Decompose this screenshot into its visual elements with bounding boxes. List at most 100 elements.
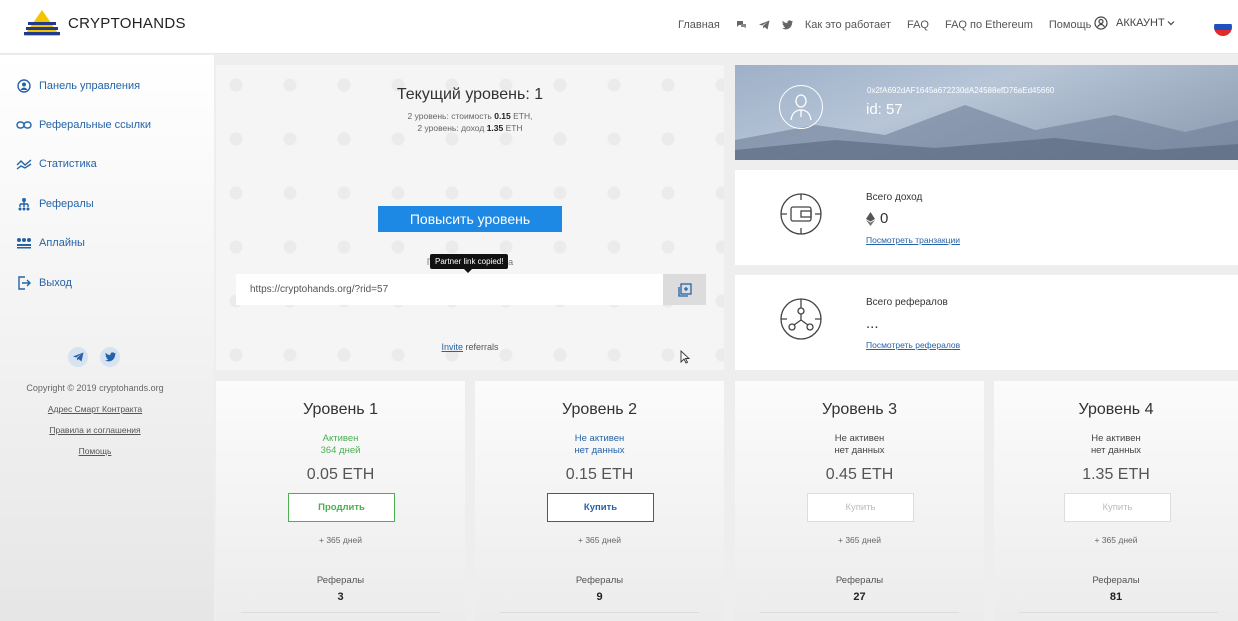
level-status: Не активен нет данных bbox=[834, 433, 885, 456]
account-icon bbox=[1094, 16, 1108, 30]
total-income-title: Всего доход bbox=[866, 192, 923, 203]
current-level-panel: Текущий уровень: 1 2 уровень: стоимость … bbox=[216, 65, 724, 370]
chevron-down-icon bbox=[1167, 21, 1175, 26]
uplines-icon bbox=[16, 235, 32, 251]
account-menu[interactable]: АККАУНТ bbox=[1094, 16, 1175, 30]
sidebar-item-label: Панель управления bbox=[39, 80, 141, 92]
copy-link-button[interactable] bbox=[663, 274, 706, 305]
level-duration: + 365 дней bbox=[319, 535, 362, 545]
referrals-label: Рефералы bbox=[316, 575, 365, 586]
view-referrals-link[interactable]: Посмотреть рефералов bbox=[866, 340, 960, 350]
level-price: 1.35 ETH bbox=[1082, 466, 1150, 483]
user-id: id: 57 bbox=[866, 101, 903, 118]
level-card-3: Уровень 3 Не активен нет данных 0.45 ETH … bbox=[735, 381, 984, 621]
level-price: 0.15 ETH bbox=[565, 466, 634, 483]
mouse-cursor-icon bbox=[680, 350, 690, 364]
level-card-1: Уровень 1 Активен 364 дней 0.05 ETH Продл… bbox=[216, 381, 465, 621]
top-nav: Главная Как это работает FAQ FAQ по Ethe… bbox=[678, 19, 1107, 31]
sidebar: Панель управления Реферальные ссылки Ста… bbox=[0, 55, 214, 621]
total-income-value: 0 bbox=[866, 210, 888, 227]
sidebar-item-label: Аплайны bbox=[39, 237, 85, 249]
telegram-icon[interactable] bbox=[68, 347, 88, 367]
sidebar-item-stats[interactable]: Статистика bbox=[16, 156, 97, 172]
nav-how-it-works[interactable]: Как это работает bbox=[805, 19, 891, 31]
nav-faq[interactable]: FAQ bbox=[907, 19, 929, 31]
divider bbox=[1019, 612, 1218, 613]
telegram-icon[interactable] bbox=[758, 20, 770, 30]
copied-tooltip: Partner link copied! bbox=[430, 254, 509, 273]
logo[interactable]: CRYPTOHANDS bbox=[22, 8, 186, 38]
level-title: Уровень 1 bbox=[303, 401, 378, 418]
sidebar-item-dashboard[interactable]: Панель управления bbox=[16, 78, 140, 94]
sidebar-item-referral-links[interactable]: Реферальные ссылки bbox=[16, 117, 151, 133]
level-status: Не активен нет данных bbox=[1090, 433, 1142, 456]
level-duration: + 365 дней bbox=[1094, 535, 1138, 545]
footer-link-contract[interactable]: Адрес Смарт Контракта bbox=[0, 404, 190, 414]
level-status: Не активен нет данных bbox=[574, 433, 625, 456]
wallet-address: 0x2fA692dAF1645a672230dA24588efD76aEd456… bbox=[867, 86, 1055, 95]
view-transactions-link[interactable]: Посмотреть транзакции bbox=[866, 235, 960, 245]
sidebar-item-label: Рефералы bbox=[39, 198, 94, 210]
account-label: АККАУНТ bbox=[1116, 17, 1165, 29]
footer-link-help[interactable]: Помощь bbox=[0, 446, 190, 456]
social-links bbox=[68, 347, 132, 367]
user-circle-icon bbox=[16, 78, 32, 94]
income-card: Всего доход 0 Посмотреть транзакции bbox=[735, 170, 1238, 265]
referrals-card: Всего рефералов ... Посмотреть рефералов bbox=[735, 275, 1238, 370]
buy-button-disabled: Купить bbox=[1064, 493, 1171, 522]
avatar bbox=[779, 85, 823, 129]
referrals-icon bbox=[16, 196, 32, 212]
sidebar-item-referrals[interactable]: Рефералы bbox=[16, 196, 94, 212]
level-title: Уровень 2 bbox=[562, 401, 637, 418]
referrals-label: Рефералы bbox=[835, 575, 884, 586]
partner-link-input[interactable] bbox=[236, 274, 663, 305]
link-icon bbox=[16, 117, 32, 133]
referrals-label: Рефералы bbox=[575, 575, 624, 586]
referrals-count: 27 bbox=[853, 591, 866, 603]
level-price: 0.05 ETH bbox=[306, 466, 375, 483]
upgrade-level-button[interactable]: Повысить уровень bbox=[378, 206, 562, 232]
invite-referrals: Invite referrals bbox=[441, 342, 499, 352]
sidebar-item-uplines[interactable]: Аплайны bbox=[16, 235, 85, 251]
sidebar-item-label: Реферальные ссылки bbox=[39, 119, 151, 131]
footer-link-terms[interactable]: Правила и соглашения bbox=[0, 425, 190, 435]
chat-icon[interactable] bbox=[736, 20, 747, 30]
level-duration: + 365 дней bbox=[838, 535, 881, 545]
nav-help[interactable]: Помощь bbox=[1049, 19, 1092, 31]
ethereum-icon bbox=[866, 211, 875, 226]
logo-icon bbox=[24, 10, 60, 36]
twitter-icon[interactable] bbox=[100, 347, 120, 367]
level-title: Уровень 3 bbox=[822, 401, 897, 418]
buy-button-disabled: Купить bbox=[807, 493, 914, 522]
stats-icon bbox=[16, 156, 32, 172]
next-level-cost: 2 уровень: стоимость 0.15 ETH, bbox=[407, 111, 533, 121]
total-referrals-value: ... bbox=[866, 315, 879, 332]
twitter-icon[interactable] bbox=[781, 20, 793, 30]
network-icon bbox=[780, 298, 822, 340]
user-icon bbox=[790, 94, 812, 121]
nav-home[interactable]: Главная bbox=[678, 19, 720, 31]
nav-faq-ethereum[interactable]: FAQ по Ethereum bbox=[945, 19, 1033, 31]
copy-icon bbox=[677, 282, 692, 297]
level-duration: + 365 дней bbox=[578, 535, 621, 545]
level-card-4: Уровень 4 Не активен нет данных 1.35 ETH … bbox=[994, 381, 1238, 621]
next-level-income: 2 уровень: доход 1.35 ETH bbox=[417, 123, 523, 133]
total-referrals-title: Всего рефералов bbox=[866, 297, 948, 308]
extend-button[interactable]: Продлить bbox=[288, 493, 395, 522]
sidebar-item-label: Выход bbox=[39, 277, 72, 289]
referrals-count: 3 bbox=[337, 591, 344, 603]
referrals-count: 81 bbox=[1109, 591, 1123, 603]
wallet-icon bbox=[780, 193, 822, 235]
divider bbox=[500, 612, 699, 613]
top-header: CRYPTOHANDS Главная Как это работает FAQ… bbox=[0, 0, 1238, 54]
logout-icon bbox=[16, 275, 32, 291]
referrals-label: Рефералы bbox=[1092, 575, 1140, 586]
sidebar-item-label: Статистика bbox=[39, 158, 97, 170]
buy-button[interactable]: Купить bbox=[547, 493, 654, 522]
language-flag-icon[interactable] bbox=[1214, 18, 1232, 36]
logo-text: CRYPTOHANDS bbox=[68, 14, 186, 32]
sidebar-item-logout[interactable]: Выход bbox=[16, 275, 72, 291]
invite-link[interactable]: Invite bbox=[441, 342, 463, 352]
referrals-count: 9 bbox=[596, 591, 603, 603]
divider bbox=[241, 612, 440, 613]
